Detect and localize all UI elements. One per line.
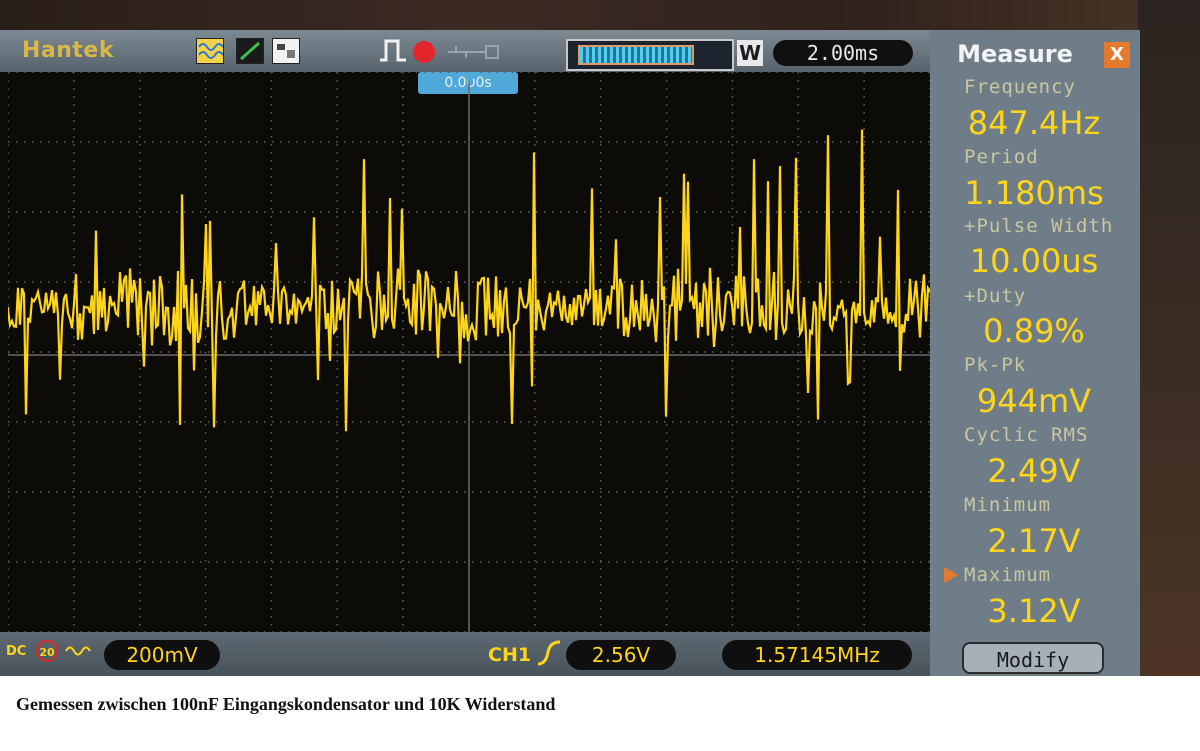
time-per-div[interactable]: 2.00ms <box>773 40 913 66</box>
volts-per-div[interactable]: 200mV <box>104 640 220 670</box>
memory-position-indicator[interactable] <box>566 39 734 71</box>
measure-label-duty: +Duty <box>964 285 1027 307</box>
record-icon[interactable] <box>413 41 435 63</box>
bandwidth-limit-icon: 20 <box>36 640 58 662</box>
waveform-display <box>8 72 930 632</box>
trigger-frequency: 1.57145MHz <box>722 640 912 670</box>
measure-value-maximum: 3.12V <box>987 592 1081 630</box>
trigger-marker-icon <box>461 72 479 82</box>
measure-label-pulse-width: +Pulse Width <box>964 215 1114 237</box>
figure-caption: Gemessen zwischen 100nF Eingangskondensa… <box>16 694 556 714</box>
waveform-icon[interactable] <box>196 38 224 64</box>
usb-key-icon <box>448 45 499 59</box>
measure-value-frequency: 847.4Hz <box>967 104 1101 142</box>
coupling-indicator: DC <box>6 644 27 659</box>
measure-label-cyclic-rms: Cyclic RMS <box>964 424 1089 446</box>
selected-arrow-icon <box>944 567 958 583</box>
measure-value-period: 1.180ms <box>964 174 1104 212</box>
window-mode-badge: W <box>737 40 763 66</box>
measure-label-period: Period <box>964 146 1039 168</box>
pulse-trigger-icon[interactable] <box>378 38 408 62</box>
measure-label-pk-pk: Pk-Pk <box>964 354 1027 376</box>
measure-value-pulse-width: 10.00us <box>969 242 1099 280</box>
measure-title: Measure <box>957 40 1073 68</box>
close-icon[interactable]: X <box>1104 42 1130 68</box>
graticule-grid <box>8 72 930 632</box>
rising-edge-icon <box>537 640 561 666</box>
ramp-icon[interactable] <box>236 38 264 64</box>
device-bezel <box>1138 0 1200 676</box>
trigger-source[interactable]: CH1 <box>488 644 531 666</box>
measure-value-cyclic-rms: 2.49V <box>987 452 1081 490</box>
measure-label-frequency: Frequency <box>964 76 1076 98</box>
measure-label-maximum[interactable]: Maximum <box>964 564 1051 586</box>
memory-window-bar <box>578 45 694 65</box>
trigger-level[interactable]: 2.56V <box>566 640 676 670</box>
modify-button[interactable]: Modify <box>962 642 1104 674</box>
measure-value-pk-pk: 944mV <box>976 382 1092 420</box>
measure-label-minimum: Minimum <box>964 494 1052 516</box>
display-mode-icon[interactable] <box>272 38 300 64</box>
ch1-wave-icon <box>65 646 91 656</box>
measure-value-minimum: 2.17V <box>987 522 1081 560</box>
brand-logo: Hantek <box>22 38 114 63</box>
measure-value-duty: 0.89% <box>983 312 1085 350</box>
